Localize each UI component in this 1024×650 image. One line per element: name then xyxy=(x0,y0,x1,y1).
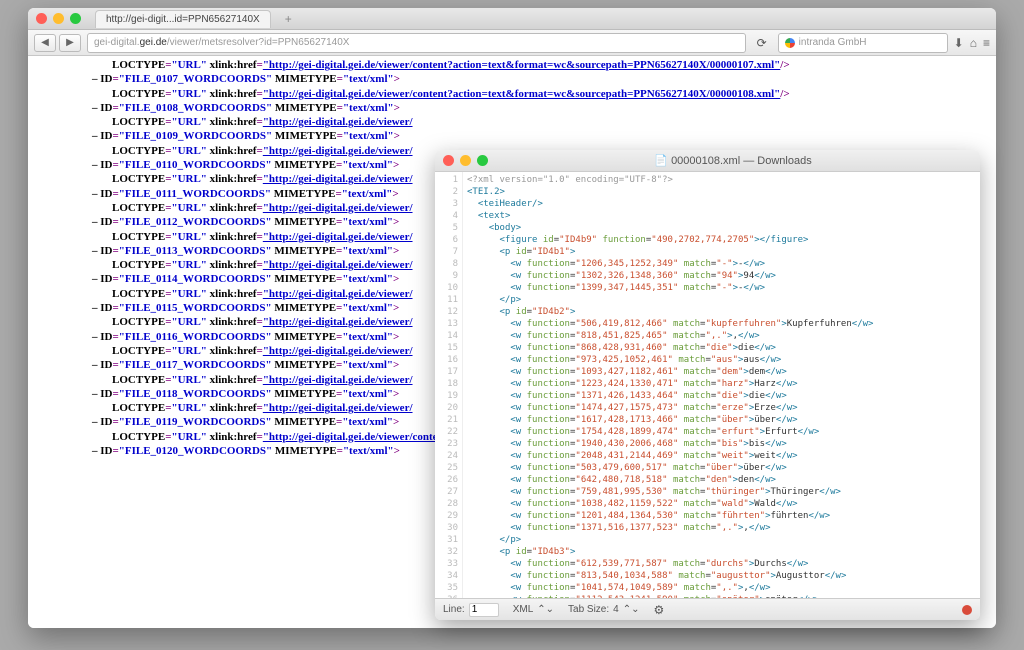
browser-tab[interactable]: http://gei-digit...id=PPN65627140X xyxy=(95,10,271,28)
editor-statusbar: Line: XML ⌃⌄ Tab Size: 4 ⌃⌄ ⚙ xyxy=(435,598,980,620)
tabsize-select[interactable]: Tab Size: 4 ⌃⌄ xyxy=(568,604,639,615)
address-prefix: gei-digital. xyxy=(94,37,140,48)
chevron-updown-icon: ⌃⌄ xyxy=(537,604,554,615)
editor-zoom-icon[interactable] xyxy=(477,155,488,166)
menu-icon[interactable]: ≡ xyxy=(983,36,990,50)
address-path: /viewer/metsresolver?id=PPN65627140X xyxy=(167,37,350,48)
new-tab-button[interactable]: + xyxy=(279,12,298,26)
chevron-updown-icon: ⌃⌄ xyxy=(623,604,640,615)
editor-close-icon[interactable] xyxy=(443,155,454,166)
search-box[interactable]: intranda GmbH xyxy=(778,33,948,53)
document-icon: 📄 xyxy=(654,155,668,167)
address-domain: gei.de xyxy=(140,37,167,48)
line-input[interactable] xyxy=(469,603,499,617)
lang-select[interactable]: XML ⌃⌄ xyxy=(513,604,554,615)
window-zoom-icon[interactable] xyxy=(70,13,81,24)
back-button[interactable]: ◀ xyxy=(34,34,56,52)
window-minimize-icon[interactable] xyxy=(53,13,64,24)
editor-window: 📄 00000108.xml — Downloads 1234567891011… xyxy=(435,150,980,620)
window-close-icon[interactable] xyxy=(36,13,47,24)
code-area[interactable]: <?xml version="1.0" encoding="UTF-8"?> <… xyxy=(463,172,980,598)
line-field: Line: xyxy=(443,603,499,617)
line-gutter: 1234567891011121314151617181920212223242… xyxy=(435,172,463,598)
editor-minimize-icon[interactable] xyxy=(460,155,471,166)
forward-button[interactable]: ▶ xyxy=(59,34,81,52)
editor-title-text: 📄 00000108.xml — Downloads xyxy=(494,154,972,167)
browser-tab-title: http://gei-digit...id=PPN65627140X xyxy=(106,14,260,25)
editor-titlebar: 📄 00000108.xml — Downloads xyxy=(435,150,980,172)
browser-toolbar: ◀ ▶ gei-digital.gei.de/viewer/metsresolv… xyxy=(28,30,996,56)
gear-icon[interactable]: ⚙ xyxy=(653,603,664,617)
google-icon xyxy=(785,38,795,48)
reload-button[interactable]: ⟳ xyxy=(752,36,772,50)
address-bar[interactable]: gei-digital.gei.de/viewer/metsresolver?i… xyxy=(87,33,746,53)
browser-titlebar: http://gei-digit...id=PPN65627140X + xyxy=(28,8,996,30)
download-icon[interactable]: ⬇ xyxy=(954,36,964,50)
search-placeholder: intranda GmbH xyxy=(799,37,867,48)
record-indicator-icon xyxy=(962,605,972,615)
editor-body: 1234567891011121314151617181920212223242… xyxy=(435,172,980,598)
home-icon[interactable]: ⌂ xyxy=(970,36,977,50)
